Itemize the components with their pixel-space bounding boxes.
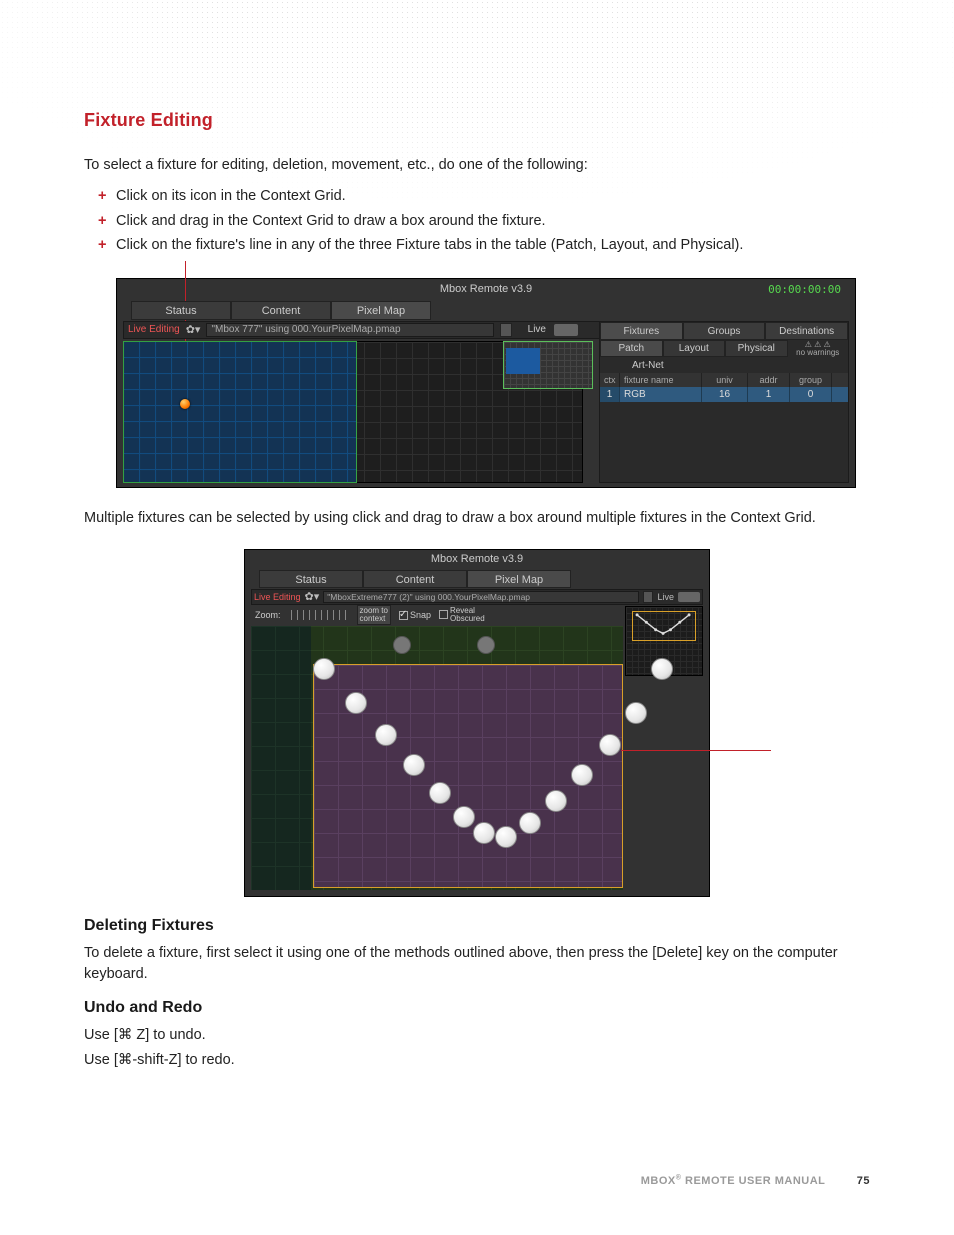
reveal-obscured-checkbox[interactable]: Reveal Obscured: [439, 607, 485, 623]
fixture-dot[interactable]: [403, 754, 425, 776]
live-editing-label: Live Editing: [254, 592, 301, 602]
cell-addr: 1: [748, 387, 790, 402]
instruction-list: Click on its icon in the Context Grid. C…: [98, 184, 870, 258]
multi-select-paragraph: Multiple fixtures can be selected by usi…: [84, 508, 870, 529]
fixture-dot[interactable]: [625, 702, 647, 724]
panel-tab-fixtures[interactable]: Fixtures: [600, 322, 683, 340]
instruction-item: Click and drag in the Context Grid to dr…: [98, 209, 870, 234]
live-indicator-icon[interactable]: [554, 324, 578, 336]
redo-paragraph: Use [⌘-shift-Z] to redo.: [84, 1050, 870, 1071]
fixture-dot[interactable]: [599, 734, 621, 756]
tab-content[interactable]: Content: [363, 570, 467, 588]
gear-dropdown-icon[interactable]: ✿▾: [305, 590, 320, 603]
snap-checkbox[interactable]: Snap: [399, 610, 431, 620]
fixture-dot[interactable]: [313, 658, 335, 680]
main-tabs: Status Content Pixel Map: [259, 570, 571, 588]
cell-ctx: 1: [600, 387, 620, 402]
zoom-slider[interactable]: [291, 610, 347, 620]
subtab-physical[interactable]: Physical: [725, 340, 788, 357]
tab-status[interactable]: Status: [131, 301, 231, 320]
footer-brand: MBOX® REMOTE USER MANUAL: [641, 1175, 825, 1187]
page-footer: MBOX® REMOTE USER MANUAL 75: [0, 1174, 870, 1187]
fixture-table-row[interactable]: 1 RGB 16 1 0: [600, 387, 848, 402]
panel-tab-destinations[interactable]: Destinations: [765, 322, 848, 340]
screenshot-mbox-pixelmap-2: Mbox Remote v3.9 Status Content Pixel Ma…: [244, 549, 710, 897]
stepper-control[interactable]: [500, 323, 512, 337]
section-heading-fixture-editing: Fixture Editing: [84, 110, 870, 131]
grey-fixture-dot[interactable]: [393, 636, 411, 654]
stepper-control[interactable]: [643, 591, 653, 603]
intro-paragraph: To select a fixture for editing, deletio…: [84, 155, 870, 176]
main-tabs: Status Content Pixel Map: [131, 301, 431, 320]
cell-group: 0: [790, 387, 832, 402]
page-number: 75: [857, 1175, 870, 1187]
subsection-heading-undo-redo: Undo and Redo: [84, 999, 870, 1017]
tab-pixel-map[interactable]: Pixel Map: [331, 301, 431, 320]
tab-content[interactable]: Content: [231, 301, 331, 320]
pixelmap-path-field[interactable]: "MboxExtreme777 (2)" using 000.YourPixel…: [323, 591, 639, 603]
window-title: Mbox Remote v3.9: [245, 553, 709, 565]
th-fixture-name: fixture name: [620, 373, 702, 387]
tab-pixel-map[interactable]: Pixel Map: [467, 570, 571, 588]
toolbar: Live Editing ✿▾ "MboxExtreme777 (2)" usi…: [251, 589, 703, 605]
cell-univ: 16: [702, 387, 748, 402]
pixelmap-path-field[interactable]: "Mbox 777" using 000.YourPixelMap.pmap: [206, 323, 493, 337]
minimap-thumbnail[interactable]: [503, 341, 593, 389]
undo-paragraph: Use [⌘ Z] to undo.: [84, 1025, 870, 1046]
checkbox-icon: [399, 611, 408, 620]
th-univ: univ: [702, 373, 748, 387]
artnet-label: Art-Net: [600, 357, 848, 373]
subtab-layout[interactable]: Layout: [663, 340, 726, 357]
reveal-obscured-label: Reveal Obscured: [450, 607, 485, 623]
callout-line: [621, 750, 771, 751]
fixture-dot[interactable]: [345, 692, 367, 714]
live-indicator-icon[interactable]: [678, 592, 700, 602]
fixture-dot[interactable]: [453, 806, 475, 828]
fixture-dot[interactable]: [429, 782, 451, 804]
gear-dropdown-icon[interactable]: ✿▾: [186, 323, 201, 336]
live-toggle-label: Live: [657, 592, 674, 602]
subsection-heading-deleting: Deleting Fixtures: [84, 917, 870, 935]
deleting-paragraph: To delete a fixture, first select it usi…: [84, 943, 870, 985]
fixture-dot[interactable]: [545, 790, 567, 812]
fixture-dot[interactable]: [495, 826, 517, 848]
panel-tab-groups[interactable]: Groups: [683, 322, 766, 340]
context-grid-dark-strip: [251, 626, 311, 890]
live-toggle-label: Live: [528, 324, 546, 335]
selection-box[interactable]: [313, 664, 623, 888]
cell-name: RGB: [620, 387, 702, 402]
screenshot-mbox-pixelmap-1: Mbox Remote v3.9 00:00:00:00 Status Cont…: [116, 278, 856, 488]
tab-status[interactable]: Status: [259, 570, 363, 588]
no-warnings-label: no warnings: [796, 348, 839, 357]
th-ctx: ctx: [600, 373, 620, 387]
th-group: group: [790, 373, 832, 387]
fixture-table-header: ctx fixture name univ addr group: [600, 373, 848, 387]
fixture-dot[interactable]: [571, 764, 593, 786]
fixture-dot[interactable]: [651, 658, 673, 680]
live-editing-label: Live Editing: [128, 324, 180, 335]
timecode-display: 00:00:00:00: [768, 283, 841, 296]
zoom-to-context-button[interactable]: zoom to context: [357, 605, 391, 625]
checkbox-icon: [439, 610, 448, 619]
context-selected-area[interactable]: [123, 341, 357, 483]
fixture-marker-icon[interactable]: [180, 399, 190, 409]
fixture-dot[interactable]: [473, 822, 495, 844]
th-addr: addr: [748, 373, 790, 387]
grey-fixture-dot[interactable]: [477, 636, 495, 654]
snap-label: Snap: [410, 610, 431, 620]
zoom-label: Zoom:: [255, 610, 281, 620]
instruction-item: Click on its icon in the Context Grid.: [98, 184, 870, 209]
instruction-item: Click on the fixture's line in any of th…: [98, 233, 870, 258]
subtab-patch[interactable]: Patch: [600, 340, 663, 357]
fixture-dot[interactable]: [375, 724, 397, 746]
fixture-dot[interactable]: [519, 812, 541, 834]
warnings-status: ⚠ ⚠ ⚠no warnings: [788, 340, 849, 357]
fixtures-panel: Fixtures Groups Destinations Patch Layou…: [599, 321, 849, 483]
window-title: Mbox Remote v3.9: [117, 283, 855, 295]
